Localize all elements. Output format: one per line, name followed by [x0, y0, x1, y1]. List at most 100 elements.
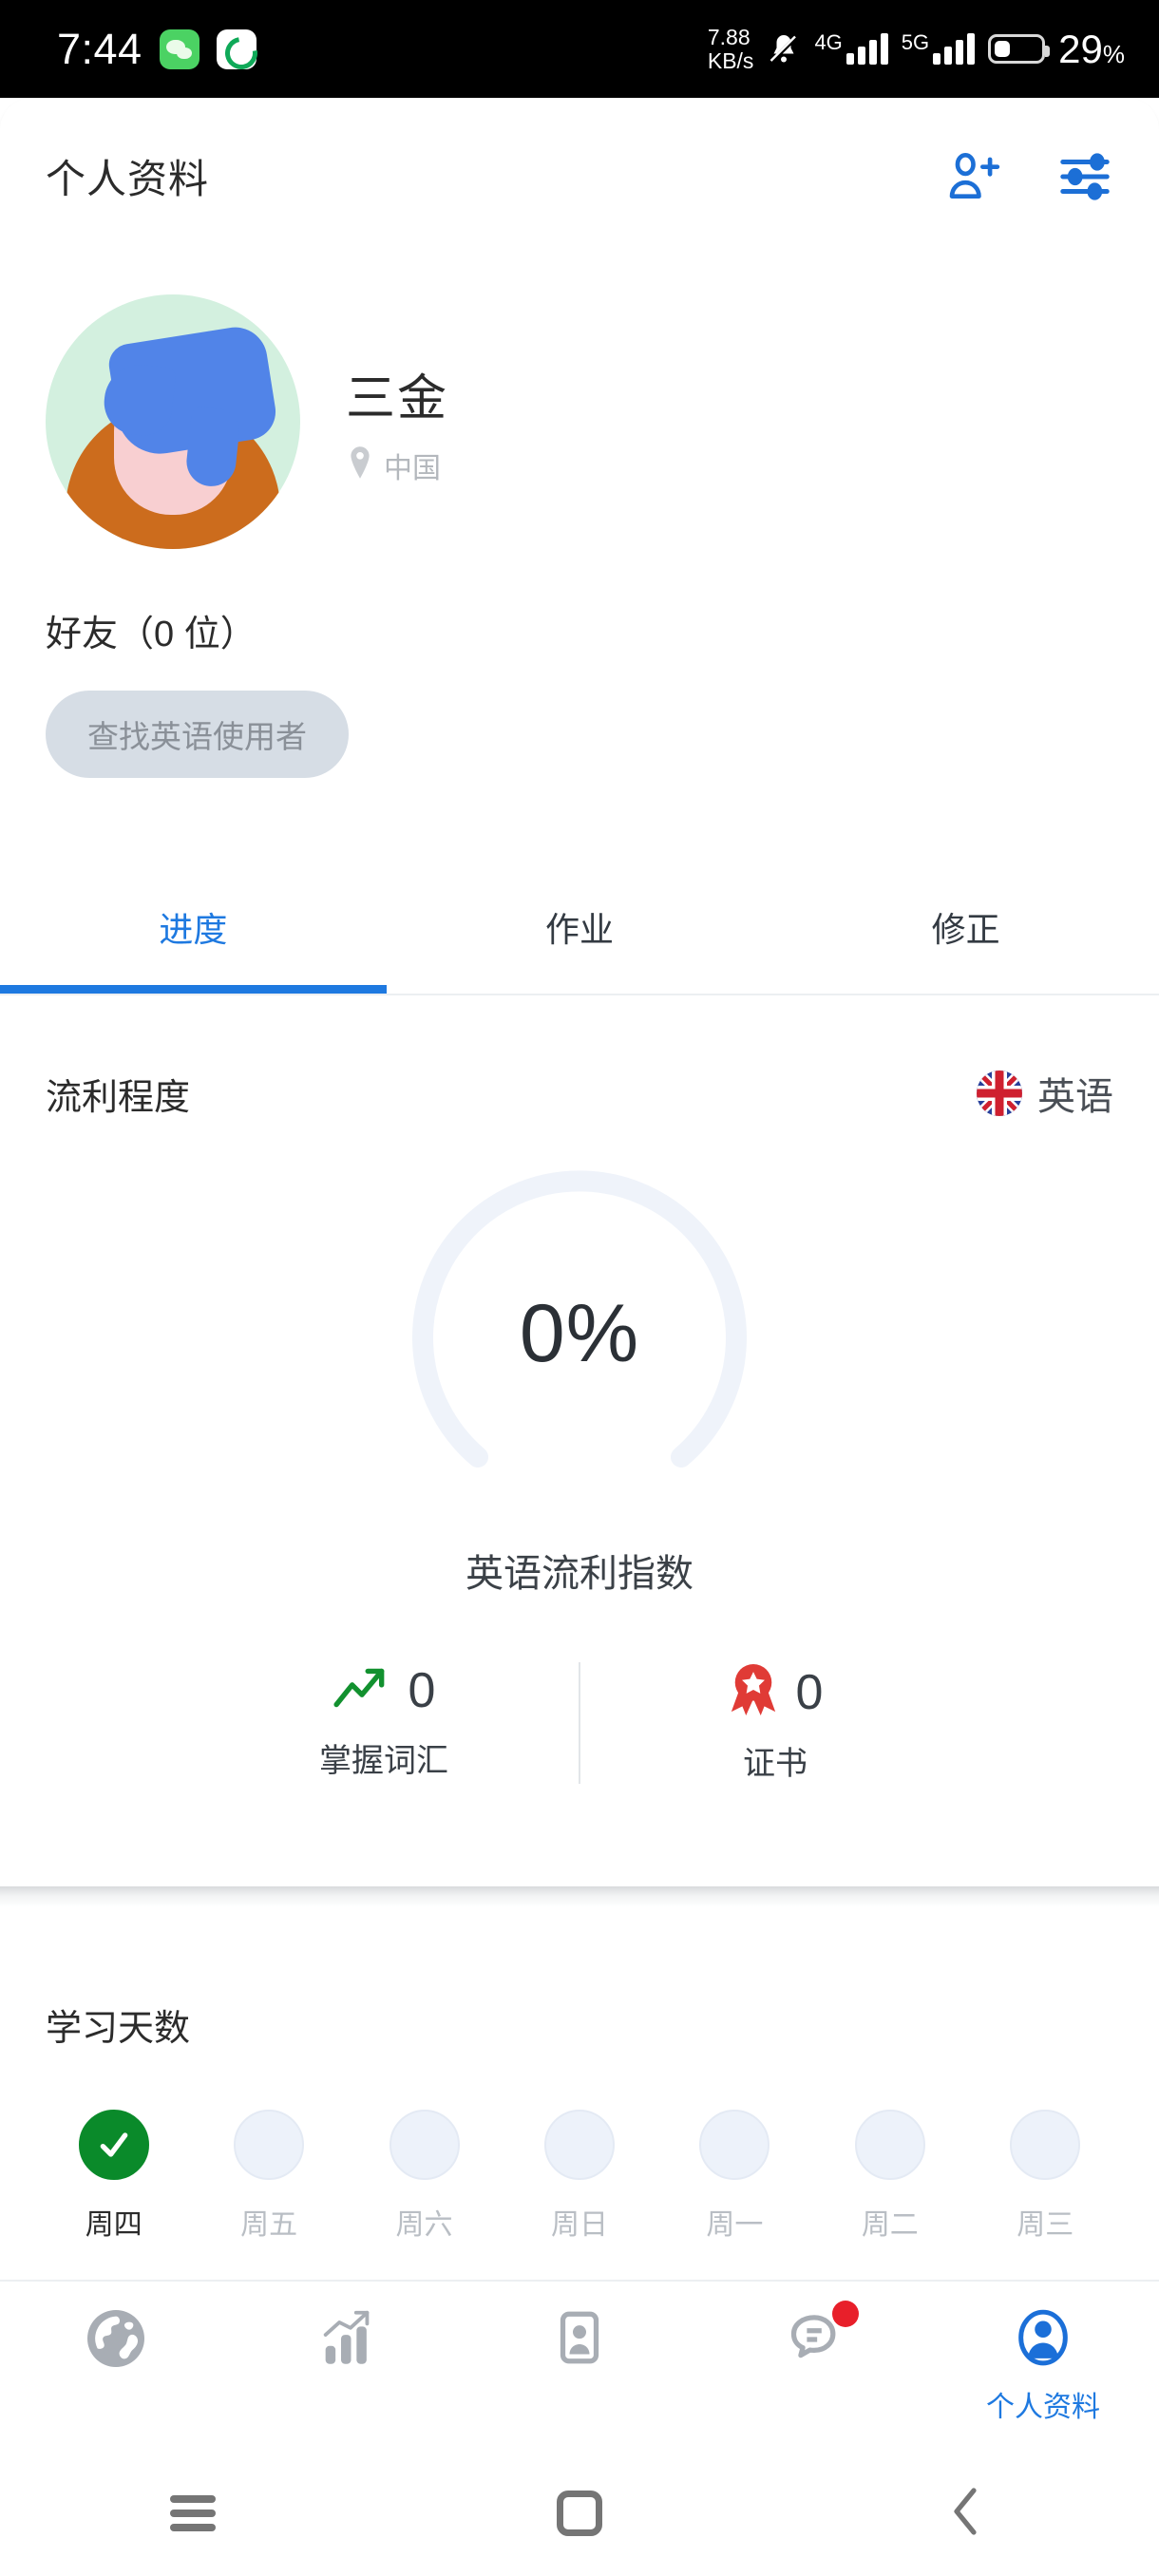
wechat-notification-icon — [159, 28, 200, 69]
fluency-language[interactable]: 英语 — [977, 1066, 1113, 1121]
section-divider — [0, 1886, 1159, 1907]
home-square-icon — [557, 2491, 602, 2536]
nav-item-chat[interactable] — [695, 2301, 927, 2379]
network-speed-value: 7.88 — [707, 24, 750, 49]
network-speed: 7.88 KB/s — [707, 24, 754, 73]
stat-vocabulary[interactable]: 0 掌握词汇 — [227, 1662, 541, 1784]
tab-progress[interactable]: 进度 — [0, 855, 387, 994]
profile-row: 三金 中国 — [0, 294, 1159, 549]
study-day-label: 周三 — [1016, 2209, 1074, 2241]
status-bar-right: 7.88 KB/s 4G 5G 29% — [707, 24, 1125, 73]
fluency-language-label: 英语 — [1037, 1076, 1113, 1118]
profile-icon — [1010, 2304, 1076, 2376]
page-title: 个人资料 — [46, 157, 210, 201]
bottom-navigation: 个人资料 — [0, 2280, 1159, 2451]
status-bar: 7:44 7.88 KB/s 4G 5G 29% — [0, 0, 1159, 98]
award-medal-icon — [728, 1662, 779, 1722]
nav-item-explore[interactable] — [0, 2304, 232, 2377]
study-day-thursday[interactable]: 周四 — [36, 2110, 191, 2243]
back-chevron-icon — [943, 2483, 989, 2545]
profile-location: 中国 — [346, 445, 448, 486]
study-day-dot — [1010, 2110, 1081, 2180]
fluency-stats: 0 掌握词汇 0 证书 — [0, 1662, 1159, 1784]
fluency-gauge-value: 0% — [519, 1287, 640, 1379]
trending-up-icon — [332, 1664, 391, 1718]
profile-location-text: 中国 — [384, 452, 441, 484]
fluency-gauge-caption: 英语流利指数 — [466, 1553, 694, 1595]
tab-homework[interactable]: 作业 — [387, 855, 773, 994]
battery-percent: 29% — [1058, 26, 1125, 71]
profile-section: 三金 中国 好友（0 位） 查找英语使用者 — [0, 255, 1159, 778]
study-day-saturday[interactable]: 周六 — [347, 2110, 502, 2243]
stats-divider — [579, 1662, 580, 1784]
signal-4g-bars — [846, 33, 888, 65]
signal-4g: 4G — [814, 30, 888, 65]
profile-name: 三金 — [346, 370, 449, 426]
header-actions — [939, 142, 1119, 211]
stat-vocabulary-value: 0 — [408, 1663, 436, 1718]
nav-item-stats[interactable] — [232, 2304, 464, 2376]
signal-5g-label: 5G — [901, 30, 930, 54]
stat-certificates-value: 0 — [795, 1664, 824, 1720]
nav-item-profile-label: 个人资料 — [986, 2392, 1100, 2423]
nav-item-contacts[interactable] — [464, 2304, 695, 2376]
study-day-label: 周四 — [85, 2209, 142, 2241]
check-icon — [100, 2132, 128, 2157]
battery-icon — [988, 34, 1051, 64]
signal-5g: 5G — [901, 30, 976, 65]
globe-icon — [82, 2304, 150, 2377]
battery-percent-symbol: % — [1102, 39, 1125, 68]
uk-flag-icon — [977, 1070, 1022, 1116]
nav-item-profile[interactable]: 个人资料 — [927, 2304, 1159, 2425]
menu-icon — [170, 2489, 217, 2538]
study-day-dot — [854, 2110, 925, 2180]
sync-notification-icon — [216, 28, 256, 69]
fluency-gauge: 0% — [390, 1144, 770, 1524]
profile-info: 三金 中国 — [346, 358, 448, 486]
id-card-icon — [546, 2304, 613, 2376]
location-pin-icon — [346, 445, 374, 484]
study-days-card: 学习天数 周四 周五 周六 周日 周一 周二 周三 — [0, 1907, 1159, 2280]
status-time: 7:44 — [57, 25, 142, 73]
stat-certificates-top: 0 — [728, 1662, 824, 1722]
study-day-dot — [543, 2110, 615, 2180]
profile-tabs: 进度 作业 修正 — [0, 855, 1159, 995]
fluency-header: 流利程度 英语 — [0, 997, 1159, 1121]
status-bar-left: 7:44 — [57, 28, 256, 70]
android-home-button[interactable] — [387, 2491, 773, 2536]
study-day-wednesday[interactable]: 周三 — [968, 2110, 1123, 2243]
study-day-dot — [78, 2110, 149, 2180]
study-day-label: 周一 — [706, 2209, 764, 2241]
study-day-monday[interactable]: 周一 — [657, 2110, 812, 2243]
mute-bell-icon — [767, 31, 801, 67]
study-day-label: 周六 — [395, 2209, 453, 2241]
study-day-dot — [699, 2110, 770, 2180]
fluency-card: 流利程度 英语 0% 英语流利指数 0 掌握词汇 0 证书 — [0, 997, 1159, 1890]
study-days-row: 周四 周五 周六 周日 周一 周二 周三 — [0, 2110, 1159, 2243]
sliders-icon[interactable] — [1051, 142, 1119, 211]
battery-percent-value: 29 — [1058, 26, 1103, 71]
tab-corrections[interactable]: 修正 — [772, 855, 1159, 994]
avatar[interactable] — [46, 294, 300, 549]
add-person-icon[interactable] — [939, 142, 1007, 211]
find-english-speakers-button[interactable]: 查找英语使用者 — [46, 691, 349, 778]
fluency-title: 流利程度 — [46, 1077, 191, 1118]
stat-vocabulary-top: 0 — [332, 1662, 436, 1719]
study-day-tuesday[interactable]: 周二 — [812, 2110, 967, 2243]
stat-certificates-label: 证书 — [743, 1746, 808, 1782]
study-day-dot — [389, 2110, 460, 2180]
bar-chart-icon — [314, 2304, 381, 2376]
study-day-label: 周五 — [240, 2209, 298, 2241]
app-header: 个人资料 — [0, 98, 1159, 255]
network-speed-unit: KB/s — [707, 47, 754, 73]
study-day-friday[interactable]: 周五 — [191, 2110, 346, 2243]
stat-certificates[interactable]: 0 证书 — [618, 1662, 932, 1784]
study-days-title: 学习天数 — [46, 2009, 191, 2049]
android-navigation-bar — [0, 2451, 1159, 2576]
study-day-sunday[interactable]: 周日 — [502, 2110, 656, 2243]
stat-vocabulary-label: 掌握词汇 — [319, 1743, 448, 1779]
friends-count-label: 好友（0 位） — [46, 615, 256, 654]
android-back-button[interactable] — [772, 2483, 1159, 2545]
android-recents-button[interactable] — [0, 2489, 387, 2538]
signal-4g-label: 4G — [814, 30, 843, 54]
